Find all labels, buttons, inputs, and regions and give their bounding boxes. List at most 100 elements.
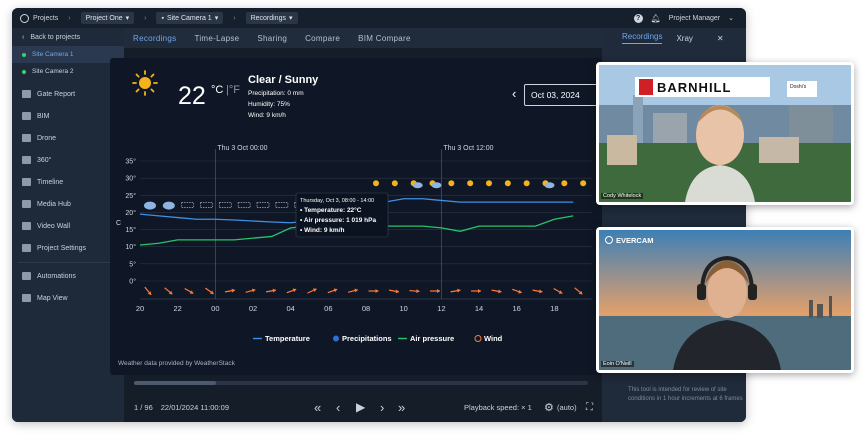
y-tick-label: 0° bbox=[129, 278, 136, 286]
weather-provider: Weather data provided by WeatherStack bbox=[118, 360, 235, 367]
sun-small-icon bbox=[373, 180, 379, 187]
role-menu[interactable]: Project Manager bbox=[669, 15, 720, 22]
truck-icon bbox=[22, 90, 31, 98]
chevron-down-icon: ▾ bbox=[214, 15, 219, 22]
projects-link[interactable]: Projects bbox=[33, 15, 58, 22]
chevron-right-icon: › bbox=[144, 14, 147, 22]
sidebar-item-gate-report[interactable]: Gate Report bbox=[12, 83, 124, 105]
playback-bar: 1 / 96 22/01/2024 11:00:09 « ‹ ▶ › » Pla… bbox=[124, 381, 602, 422]
y-tick-label: 20° bbox=[125, 209, 136, 217]
day-marker-label: Thu 3 Oct 00:00 bbox=[217, 145, 267, 152]
tab-compare[interactable]: Compare bbox=[296, 34, 349, 43]
y-tick-label: 25° bbox=[125, 192, 136, 200]
x-tick-label: 16 bbox=[512, 304, 520, 313]
sidebar-camera-1[interactable]: Site Camera 1 bbox=[12, 46, 124, 63]
chevron-left-icon: ‹ bbox=[22, 33, 25, 41]
wind-arrow bbox=[164, 287, 173, 295]
unit-fahrenheit[interactable]: |°F bbox=[226, 84, 240, 96]
fog-icon bbox=[237, 202, 251, 208]
wind-arrow bbox=[224, 288, 236, 293]
tab-time-lapse[interactable]: Time-Lapse bbox=[185, 34, 248, 43]
sun-small-icon bbox=[580, 180, 587, 187]
tab-xray[interactable]: Xray bbox=[676, 34, 692, 43]
online-status-icon bbox=[22, 52, 26, 57]
wind-arrow bbox=[265, 288, 277, 293]
video-tile-1: BARNHILL Doshi's Cody Whitelock bbox=[596, 62, 854, 205]
sidebar-item-bim[interactable]: BIM bbox=[12, 105, 124, 127]
skip-forward-icon[interactable]: » bbox=[398, 400, 405, 415]
project-select[interactable]: Project One ▾ bbox=[80, 12, 135, 24]
x-tick-label: 02 bbox=[249, 304, 257, 313]
sidebar-item-360[interactable]: 360° bbox=[12, 149, 124, 171]
cloud-icon bbox=[412, 182, 423, 189]
media-icon bbox=[22, 200, 31, 208]
sidebar-item-media-hub[interactable]: Media Hub bbox=[12, 193, 124, 215]
wind-arrow bbox=[327, 288, 338, 294]
legend-label: Air pressure bbox=[410, 334, 454, 343]
logo-icon bbox=[20, 13, 29, 23]
sun-small-icon bbox=[504, 180, 511, 187]
tab-bim-compare[interactable]: BIM Compare bbox=[349, 34, 420, 43]
fullscreen-icon[interactable]: ⛶ bbox=[586, 402, 593, 413]
sun-small-icon bbox=[561, 180, 568, 187]
sidebar-camera-2[interactable]: Site Camera 2 bbox=[12, 63, 124, 80]
tab-recordings-panel[interactable]: Recordings bbox=[622, 32, 663, 44]
wind-arrow bbox=[307, 288, 317, 294]
view-select[interactable]: Recordings ▾ bbox=[245, 12, 298, 24]
wind-arrow bbox=[574, 287, 583, 295]
skip-back-icon[interactable]: « bbox=[314, 400, 321, 415]
chevron-down-icon: ▾ bbox=[125, 15, 130, 22]
precipitation-text: Precipitation: 0 mm bbox=[248, 90, 304, 97]
wind-arrow bbox=[491, 289, 502, 294]
y-tick-label: 15° bbox=[125, 226, 136, 234]
progress-track[interactable] bbox=[134, 381, 588, 385]
step-back-icon[interactable]: ‹ bbox=[336, 400, 340, 415]
participant-name-2: Eoin O'Neill bbox=[601, 361, 634, 367]
fog-icon bbox=[181, 202, 195, 208]
back-to-projects-button[interactable]: ‹ Back to projects bbox=[12, 28, 124, 46]
wind-arrow bbox=[184, 287, 194, 295]
breadcrumb: Projects › Project One ▾ › ▪ Site Camera 1… bbox=[20, 12, 298, 24]
fog-icon bbox=[256, 202, 270, 208]
wind-arrow bbox=[144, 286, 152, 296]
sidebar-item-video-wall[interactable]: Video Wall bbox=[12, 215, 124, 237]
playback-speed[interactable]: Playback speed: × 1 bbox=[464, 403, 532, 412]
wind-arrow bbox=[450, 288, 461, 293]
sidebar-item-map-view[interactable]: Map View bbox=[12, 287, 124, 309]
x-tick-label: 18 bbox=[550, 304, 558, 313]
weather-chart: 35° 30° 25° 20° 15° 10° 5° 0° C Thu 3 Oct 00:00 Th… bbox=[116, 145, 592, 343]
bell-icon[interactable]: 🔔︎ bbox=[651, 14, 661, 23]
sidebar-item-drone[interactable]: Drone bbox=[12, 127, 124, 149]
chevron-down-icon[interactable]: ⌄ bbox=[728, 14, 734, 22]
unit-celsius[interactable]: °C bbox=[211, 84, 223, 96]
camera-select[interactable]: ▪ Site Camera 1 ▾ bbox=[156, 12, 224, 24]
date-picker[interactable]: Oct 03, 2024 bbox=[524, 84, 600, 106]
divider bbox=[18, 259, 118, 263]
frame-counter: 1 / 96 bbox=[134, 402, 153, 412]
sidebar-item-automations[interactable]: Automations bbox=[12, 265, 124, 287]
camera-icon: ▪ bbox=[161, 14, 164, 22]
sun-icon bbox=[132, 70, 158, 96]
progress-fill bbox=[134, 381, 216, 385]
settings-gear-icon[interactable]: ⚙ bbox=[544, 401, 554, 414]
legend-swatch bbox=[333, 335, 339, 342]
magic-wand-icon[interactable]: ✕ bbox=[717, 34, 724, 43]
sidebar-item-timeline[interactable]: Timeline bbox=[12, 171, 124, 193]
play-icon[interactable]: ▶ bbox=[356, 400, 365, 414]
quality-label[interactable]: (auto) bbox=[557, 403, 577, 412]
day-marker-label: Thu 3 Oct 12:00 bbox=[443, 145, 493, 152]
step-forward-icon[interactable]: › bbox=[380, 400, 384, 415]
prev-date-button[interactable]: ‹ bbox=[512, 86, 516, 101]
y-tick-label: 35° bbox=[125, 158, 136, 166]
chevron-down-icon: ▾ bbox=[288, 15, 293, 22]
help-icon[interactable]: ? bbox=[633, 13, 643, 23]
sign-text-2: Doshi's bbox=[790, 84, 807, 90]
x-tick-label: 14 bbox=[475, 304, 483, 313]
x-tick-label: 00 bbox=[211, 304, 219, 313]
x-tick-label: 10 bbox=[399, 304, 407, 313]
sidebar-item-project-settings[interactable]: Project Settings bbox=[12, 237, 124, 259]
tab-recordings[interactable]: Recordings bbox=[124, 34, 185, 43]
tab-sharing[interactable]: Sharing bbox=[248, 34, 296, 43]
wind-arrow bbox=[348, 288, 358, 293]
wind-arrow bbox=[532, 289, 543, 294]
